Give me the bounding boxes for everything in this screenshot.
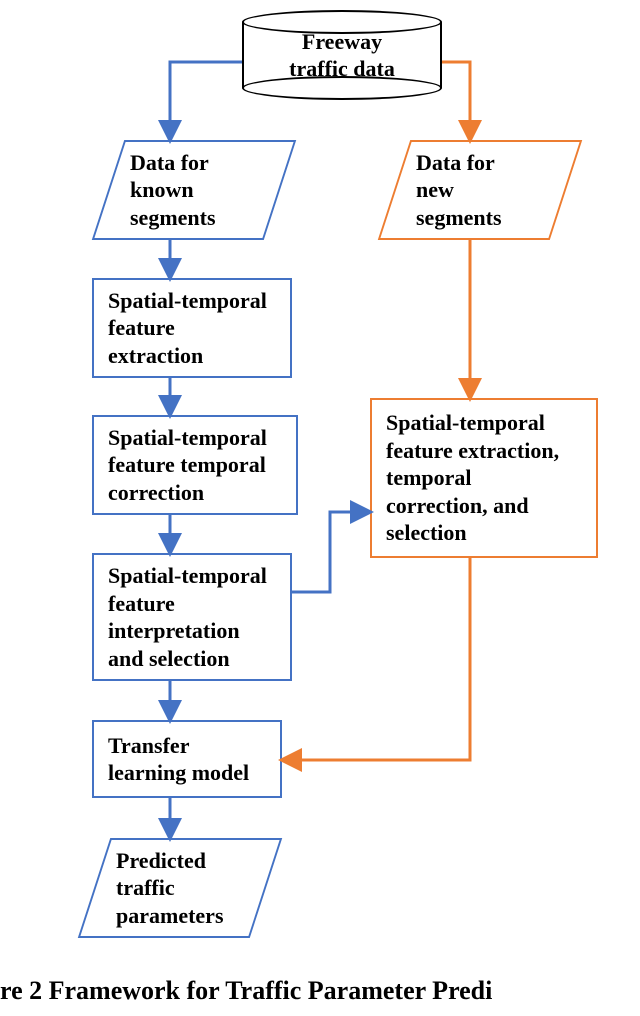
t: Spatial-temporal bbox=[108, 563, 267, 588]
t: traffic data bbox=[289, 56, 395, 81]
t: known bbox=[130, 177, 194, 202]
t: Spatial-temporal bbox=[108, 288, 267, 313]
t: Transfer bbox=[108, 733, 189, 758]
t: correction bbox=[108, 480, 204, 505]
t: Spatial-temporal bbox=[386, 410, 545, 435]
node-new: Data for new segments bbox=[394, 140, 566, 240]
t: new bbox=[416, 177, 454, 202]
node-known: Data for known segments bbox=[108, 140, 280, 240]
t: feature extraction, bbox=[386, 438, 559, 463]
node-predicted: Predicted traffic parameters bbox=[94, 838, 266, 938]
node-source: Freeway traffic data bbox=[242, 10, 442, 100]
t: feature temporal bbox=[108, 452, 266, 477]
figure-caption: re 2 Framework for Traffic Parameter Pre… bbox=[0, 976, 492, 1006]
t: feature bbox=[108, 591, 175, 616]
node-extract: Spatial-temporal feature extraction bbox=[92, 278, 292, 378]
node-combine: Spatial-temporal feature extraction, tem… bbox=[370, 398, 598, 558]
node-transfer: Transfer learning model bbox=[92, 720, 282, 798]
t: Freeway bbox=[302, 29, 382, 54]
edge-source-known bbox=[170, 62, 242, 140]
t: interpretation bbox=[108, 618, 240, 643]
t: traffic bbox=[116, 875, 175, 900]
t: segments bbox=[416, 205, 502, 230]
t: Data for bbox=[416, 150, 495, 175]
t: temporal bbox=[386, 465, 472, 490]
t: and selection bbox=[108, 646, 230, 671]
t: segments bbox=[130, 205, 216, 230]
edge-interpret-combine bbox=[292, 512, 370, 592]
node-predicted-text: Predicted traffic parameters bbox=[94, 838, 266, 938]
t: parameters bbox=[116, 903, 224, 928]
node-interpret: Spatial-temporal feature interpretation … bbox=[92, 553, 292, 681]
t: Predicted bbox=[116, 848, 206, 873]
node-known-text: Data for known segments bbox=[108, 140, 280, 240]
t: extraction bbox=[108, 343, 203, 368]
t: Spatial-temporal bbox=[108, 425, 267, 450]
t: learning model bbox=[108, 760, 249, 785]
edge-combine-transfer bbox=[282, 558, 470, 760]
t: feature bbox=[108, 315, 175, 340]
t: correction, and bbox=[386, 493, 529, 518]
node-temporal: Spatial-temporal feature temporal correc… bbox=[92, 415, 298, 515]
edge-source-new bbox=[442, 62, 470, 140]
node-source-text: Freeway traffic data bbox=[289, 28, 395, 83]
t: selection bbox=[386, 520, 467, 545]
node-new-text: Data for new segments bbox=[394, 140, 566, 240]
t: Data for bbox=[130, 150, 209, 175]
